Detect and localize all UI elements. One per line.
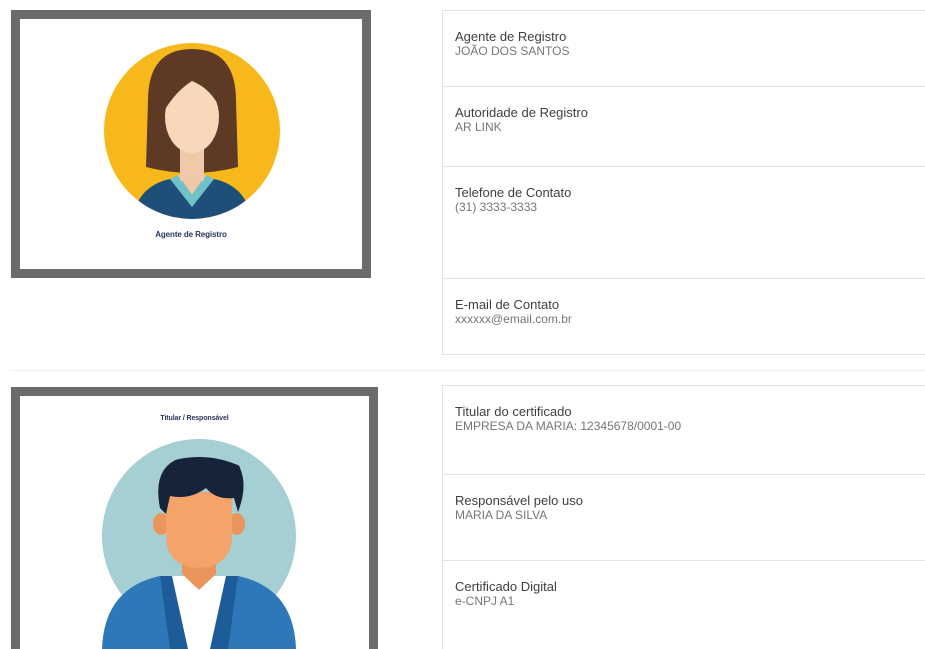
field-value: MARIA DA SILVA	[455, 508, 548, 522]
info-row-authority: Autoridade de Registro AR LINK	[443, 87, 925, 167]
field-value: xxxxxx@email.com.br	[455, 312, 572, 326]
section-divider	[10, 370, 925, 371]
field-label: Autoridade de Registro	[455, 105, 588, 120]
agent-info-panel: Agente de Registro JOÃO DOS SANTOS Autor…	[442, 10, 925, 355]
agent-photo-caption: Agente de Registro	[155, 230, 227, 239]
field-value: (31) 3333-3333	[455, 200, 538, 214]
info-row-phone: Telefone de Contato (31) 3333-3333	[443, 167, 925, 279]
field-label: E-mail de Contato	[455, 297, 560, 312]
holder-info-panel: Titular do certificado EMPRESA DA MARIA:…	[442, 385, 925, 649]
field-value: EMPRESA DA MARIA: 12345678/0001-00	[455, 419, 682, 433]
field-label: Titular do certificado	[455, 404, 572, 419]
holder-photo-frame: Titular / Responsável	[11, 387, 378, 649]
info-row-email: E-mail de Contato xxxxxx@email.com.br	[443, 279, 925, 354]
male-avatar-icon	[102, 439, 296, 649]
info-row-digital-certificate: Certificado Digital e-CNPJ A1	[443, 561, 925, 649]
field-label: Responsável pelo uso	[455, 493, 583, 508]
info-row-agent: Agente de Registro JOÃO DOS SANTOS	[443, 11, 925, 87]
field-value: JOÃO DOS SANTOS	[455, 44, 570, 58]
info-row-certificate-holder: Titular do certificado EMPRESA DA MARIA:…	[443, 386, 925, 475]
field-value: AR LINK	[455, 120, 502, 134]
field-label: Certificado Digital	[455, 579, 557, 594]
field-label: Agente de Registro	[455, 29, 567, 44]
field-value: e-CNPJ A1	[455, 594, 515, 608]
field-label: Telefone de Contato	[455, 185, 572, 200]
info-row-responsible-user: Responsável pelo uso MARIA DA SILVA	[443, 475, 925, 561]
agent-photo-frame: Agente de Registro	[11, 10, 371, 278]
holder-photo-caption: Titular / Responsável	[160, 415, 229, 422]
